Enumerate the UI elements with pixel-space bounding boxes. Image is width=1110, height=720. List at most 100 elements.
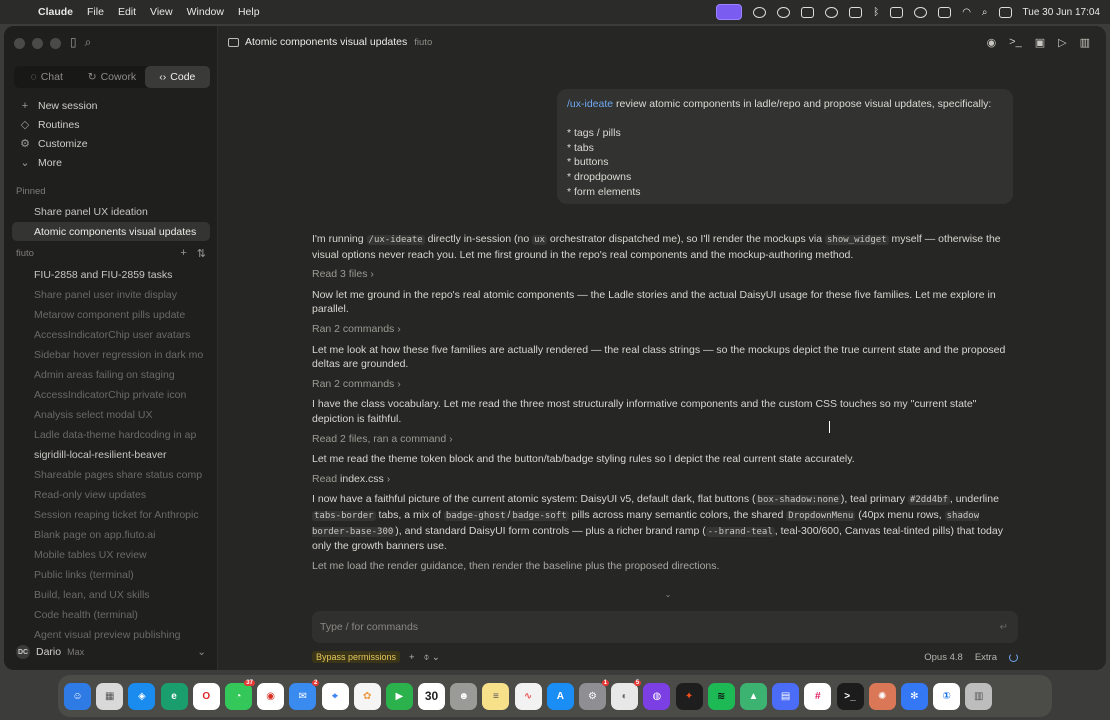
- session-title[interactable]: Atomic components visual updates: [245, 36, 407, 48]
- battery-icon[interactable]: [938, 6, 952, 18]
- launchpad-icon[interactable]: ▦: [96, 682, 124, 710]
- session-item[interactable]: Mobile tables UX review: [12, 545, 210, 565]
- tool-call-summary[interactable]: Read 3 files ›: [312, 267, 1018, 282]
- chrome-icon[interactable]: ◉: [257, 682, 285, 710]
- tool-call-summary[interactable]: Ran 2 commands ›: [312, 377, 1018, 392]
- mail-icon[interactable]: ✉ 2: [289, 679, 320, 710]
- panel-icon[interactable]: ▣: [1035, 36, 1045, 49]
- session-item[interactable]: FIU-2858 and FIU-2859 tasks: [12, 265, 210, 285]
- edge-icon[interactable]: e: [160, 682, 188, 710]
- pinned-item[interactable]: Share panel UX ideation: [12, 202, 210, 221]
- bypass-permissions-badge[interactable]: Bypass permissions: [312, 651, 401, 663]
- session-item[interactable]: Code health (terminal): [12, 605, 210, 625]
- zoom-window-button[interactable]: [50, 38, 61, 49]
- minimize-window-button[interactable]: [32, 38, 43, 49]
- system-settings-icon[interactable]: ⚙ 1: [579, 679, 609, 710]
- menu-view[interactable]: View: [150, 6, 173, 18]
- tool-call-summary[interactable]: Ran 2 commands ›: [312, 322, 1018, 337]
- mode-cowork[interactable]: ↻ Cowork: [79, 66, 144, 88]
- keyboard-icon[interactable]: [890, 6, 904, 18]
- claude-app-icon[interactable]: ✺: [868, 682, 896, 710]
- session-item[interactable]: Build, lean, and UX skills: [12, 585, 210, 605]
- session-item[interactable]: Sidebar hover regression in dark mo: [12, 345, 210, 365]
- activity-monitor-icon[interactable]: ∿: [514, 682, 542, 710]
- play-icon[interactable]: ▷: [1058, 36, 1066, 49]
- pinned-item-active[interactable]: Atomic components visual updates: [12, 222, 210, 241]
- session-item[interactable]: Read-only view updates: [12, 485, 210, 505]
- menu-help[interactable]: Help: [238, 6, 260, 18]
- wifi-icon[interactable]: ◠: [962, 7, 971, 18]
- clock[interactable]: Tue 30 Jun 17:04: [1023, 7, 1100, 18]
- terminal-app-icon[interactable]: >_: [836, 682, 864, 710]
- vpn-icon[interactable]: [777, 6, 791, 18]
- cast-icon[interactable]: [849, 6, 863, 18]
- menu-edit[interactable]: Edit: [118, 6, 136, 18]
- toggle-sidebar-icon[interactable]: ▯: [70, 35, 77, 50]
- menu-window[interactable]: Window: [187, 6, 224, 18]
- mic-icon[interactable]: ⌽ ⌄: [424, 652, 440, 663]
- session-item[interactable]: Share panel user invite display: [12, 285, 210, 305]
- prompt-input[interactable]: [320, 621, 960, 633]
- effort-selector[interactable]: Extra: [975, 652, 997, 663]
- screen-share-icon[interactable]: [716, 4, 743, 20]
- mode-code[interactable]: ‹› Code: [144, 66, 210, 88]
- facetime-icon[interactable]: ▶: [385, 682, 413, 710]
- mode-chat[interactable]: ◌ Chat: [14, 66, 79, 88]
- nav-routines[interactable]: ◇ Routines: [16, 115, 208, 134]
- session-item[interactable]: AccessIndicatorChip private icon: [12, 385, 210, 405]
- session-item[interactable]: Agent visual preview publishing: [12, 625, 210, 645]
- session-item[interactable]: Admin areas failing on staging: [12, 365, 210, 385]
- tool-call-summary[interactable]: Read index.css ›: [312, 472, 1018, 487]
- figma-icon[interactable]: ✦: [675, 682, 703, 710]
- notes-icon[interactable]: ≡: [482, 682, 510, 710]
- session-item[interactable]: AccessIndicatorChip user avatars: [12, 325, 210, 345]
- podcasts-icon[interactable]: ◍: [643, 682, 671, 710]
- preview-app-icon[interactable]: ▲: [739, 682, 767, 710]
- tray-icon[interactable]: [801, 6, 815, 18]
- messages-icon[interactable]: ◔ 37: [224, 679, 255, 710]
- session-item[interactable]: sigridill-local-resilient-beaver: [12, 445, 210, 465]
- contacts-icon[interactable]: ☻: [450, 682, 478, 710]
- spotlight-icon[interactable]: ⌕: [982, 7, 988, 18]
- finder-icon[interactable]: ☺: [64, 682, 91, 710]
- session-item[interactable]: Public links (terminal): [12, 565, 210, 585]
- chrome-status-icon[interactable]: [825, 6, 839, 18]
- settings-app-icon[interactable]: ✻: [900, 682, 928, 710]
- slash-command[interactable]: /ux-ideate: [567, 98, 613, 110]
- model-selector[interactable]: Opus 4.8: [924, 652, 963, 663]
- send-icon[interactable]: ↵: [1000, 622, 1008, 633]
- new-session-button[interactable]: + New session: [16, 96, 208, 115]
- photos-icon[interactable]: ✿: [353, 682, 381, 710]
- password-manager-icon[interactable]: ①: [933, 682, 961, 710]
- terminal-icon[interactable]: >_: [1009, 36, 1022, 49]
- session-item[interactable]: Session reaping ticket for Anthropic: [12, 505, 210, 525]
- close-window-button[interactable]: [14, 38, 25, 49]
- search-icon[interactable]: ⌕: [85, 35, 92, 50]
- session-item[interactable]: Blank page on app.fiuto.ai: [12, 525, 210, 545]
- control-center-icon[interactable]: [998, 6, 1012, 18]
- app-store-icon[interactable]: A: [546, 682, 574, 710]
- maps-icon[interactable]: ⌖: [321, 682, 349, 710]
- files-icon[interactable]: ▤: [772, 682, 800, 710]
- opera-icon[interactable]: O: [192, 682, 220, 710]
- user-profile[interactable]: DC Dario Max ⌄: [16, 645, 206, 659]
- eye-icon[interactable]: [753, 6, 767, 18]
- scroll-down-icon[interactable]: ⌄: [662, 590, 674, 600]
- calendar-icon[interactable]: 30: [418, 682, 446, 710]
- plus-icon[interactable]: +: [409, 652, 415, 663]
- slack-icon[interactable]: #: [804, 682, 832, 710]
- nav-more[interactable]: ⌄ More: [16, 153, 208, 172]
- headphones-icon[interactable]: [914, 6, 928, 18]
- tool-call-summary[interactable]: Read 2 files, ran a command ›: [312, 432, 1018, 447]
- preview-icon[interactable]: ◉: [987, 36, 997, 49]
- session-item[interactable]: Ladle data-theme hardcoding in ap: [12, 425, 210, 445]
- session-item[interactable]: Analysis select modal UX: [12, 405, 210, 425]
- spotify-icon[interactable]: ≋: [707, 682, 735, 710]
- trash-icon[interactable]: ▥: [965, 682, 993, 710]
- bluetooth-icon[interactable]: ᛒ: [873, 7, 879, 18]
- menu-file[interactable]: File: [87, 6, 104, 18]
- utility-icon[interactable]: ◐ 5: [611, 679, 642, 710]
- filter-icon[interactable]: ⇅: [197, 247, 206, 260]
- session-item[interactable]: Shareable pages share status comp: [12, 465, 210, 485]
- nav-customize[interactable]: ⚙ Customize: [16, 134, 208, 153]
